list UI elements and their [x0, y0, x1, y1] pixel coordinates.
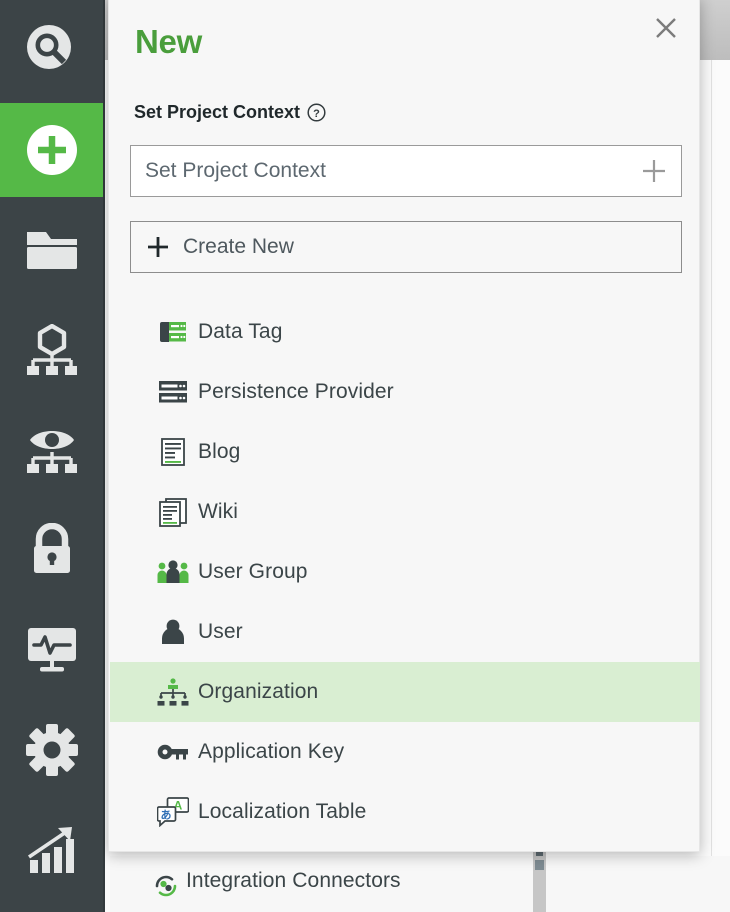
background-divider: [711, 60, 712, 912]
new-dialog: New Set Project Context ? Set Project Co…: [108, 0, 700, 852]
menu-item-label: Wiki: [198, 500, 238, 524]
sidebar-item-model[interactable]: [0, 300, 103, 400]
set-project-context-placeholder: Set Project Context: [145, 159, 326, 183]
integration-connectors-icon: [152, 872, 180, 900]
pulse-monitor-icon: [25, 625, 79, 675]
svg-text:あ: あ: [161, 809, 172, 822]
persistence-provider-icon: [156, 375, 190, 409]
background-list-item-integration-connectors[interactable]: Integration Connectors: [110, 856, 730, 912]
bar-chart-up-icon: [25, 825, 79, 875]
blog-icon: [156, 435, 190, 469]
organization-icon: [156, 675, 190, 709]
menu-item-persistence-provider[interactable]: Persistence Provider: [110, 362, 700, 422]
question-circle-icon[interactable]: ?: [307, 103, 326, 122]
plus-circle-icon: [25, 123, 79, 177]
key-icon: [156, 735, 190, 769]
wiki-icon: [156, 495, 190, 529]
sidebar-item-search[interactable]: [0, 0, 103, 100]
sidebar-item-new[interactable]: [0, 100, 103, 200]
user-icon: [156, 615, 190, 649]
menu-item-application-key[interactable]: Application Key: [110, 722, 700, 782]
menu-item-label: Localization Table: [198, 800, 366, 824]
create-new-button[interactable]: Create New: [130, 221, 682, 273]
background-list-item-label: Integration Connectors: [186, 869, 401, 893]
section-label: Set Project Context ?: [134, 102, 326, 123]
close-icon: [654, 16, 678, 40]
folder-icon: [25, 226, 79, 274]
close-button[interactable]: [649, 11, 683, 45]
menu-item-label: Application Key: [198, 740, 344, 764]
dialog-title: New: [135, 23, 202, 61]
menu-item-label: Organization: [198, 680, 318, 704]
sidebar-rail: [0, 0, 103, 912]
hexagon-tree-icon: [24, 324, 80, 376]
plus-icon: [147, 236, 169, 258]
menu-item-label: Persistence Provider: [198, 380, 394, 404]
data-tag-icon: [156, 315, 190, 349]
menu-item-label: User Group: [198, 560, 308, 584]
section-label-text: Set Project Context: [134, 102, 300, 123]
menu-item-blog[interactable]: Blog: [110, 422, 700, 482]
menu-item-user[interactable]: User: [110, 602, 700, 662]
gear-icon: [25, 723, 79, 777]
svg-text:?: ?: [313, 108, 320, 120]
sidebar-divider: [103, 0, 105, 912]
search-icon: [23, 21, 81, 79]
menu-item-data-tag[interactable]: Data Tag: [110, 302, 700, 362]
sidebar-item-security[interactable]: [0, 500, 103, 600]
menu-item-wiki[interactable]: Wiki: [110, 482, 700, 542]
create-new-label: Create New: [183, 235, 294, 259]
sidebar-item-analytics[interactable]: [0, 800, 103, 900]
eye-tree-icon: [24, 424, 80, 476]
vertical-scrollbar[interactable]: [533, 849, 546, 912]
sidebar-item-health[interactable]: [0, 600, 103, 700]
menu-item-label: Data Tag: [198, 320, 282, 344]
new-item-menu: Data Tag Persistence Provider: [110, 302, 700, 842]
scrollbar-thumb[interactable]: [535, 860, 544, 870]
plus-icon[interactable]: [639, 156, 669, 186]
menu-item-organization[interactable]: Organization: [110, 662, 700, 722]
menu-item-user-group[interactable]: User Group: [110, 542, 700, 602]
sidebar-item-settings[interactable]: [0, 700, 103, 800]
localization-table-icon: A あ: [156, 795, 190, 829]
menu-item-label: User: [198, 620, 243, 644]
sidebar-item-monitor[interactable]: [0, 400, 103, 500]
screen: Integration Connectors: [0, 0, 730, 912]
sidebar-item-folder[interactable]: [0, 200, 103, 300]
menu-item-localization-table[interactable]: A あ Localization Table: [110, 782, 700, 842]
menu-item-label: Blog: [198, 440, 240, 464]
user-group-icon: [156, 555, 190, 589]
lock-icon: [28, 523, 76, 577]
set-project-context-input[interactable]: Set Project Context: [130, 145, 682, 197]
